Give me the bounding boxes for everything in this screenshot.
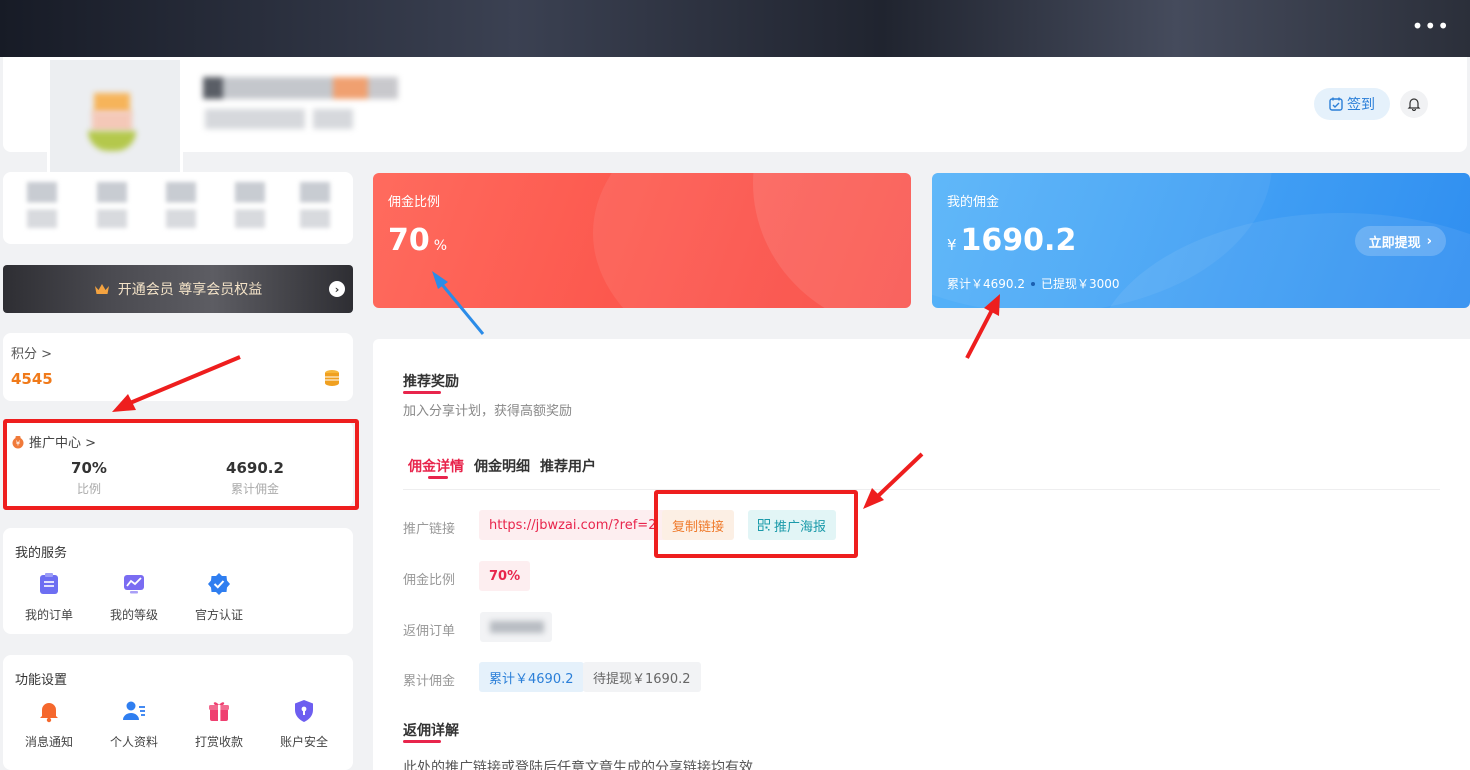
- user-meta-blurred: [205, 109, 353, 129]
- avatar[interactable]: [47, 57, 183, 187]
- commission-rate-label: 佣金比例: [388, 195, 441, 210]
- setting-item-security[interactable]: 账户安全: [264, 699, 344, 750]
- more-icon[interactable]: •••: [1412, 14, 1450, 38]
- setting-item-profile[interactable]: 个人资料: [94, 699, 174, 750]
- separator-dot: [1031, 281, 1035, 286]
- profile-icon: [123, 701, 145, 720]
- setting-item-reward[interactable]: 打赏收款: [179, 699, 259, 750]
- setting-item-notifications[interactable]: 消息通知: [9, 699, 89, 750]
- signin-button[interactable]: 签到: [1314, 88, 1390, 120]
- withdraw-label: 立即提现: [1368, 235, 1421, 251]
- my-commission-display: ¥1690.2: [947, 223, 1076, 258]
- orders-row-value-blurred: [480, 612, 552, 642]
- service-item-level[interactable]: 我的等级: [94, 572, 174, 623]
- service-item-verified[interactable]: 官方认证: [179, 572, 259, 623]
- notification-button[interactable]: [1400, 90, 1428, 118]
- orders-row-label: 返佣订单: [403, 624, 456, 639]
- section-title: 推荐奖励: [403, 374, 459, 390]
- gift-icon: [209, 702, 229, 721]
- quick-links-blurred: [3, 172, 353, 244]
- settings-card: 功能设置 消息通知 个人资料 打赏收款 账户安全: [3, 655, 353, 770]
- referral-link-label: 推广链接: [403, 522, 456, 537]
- service-label: 我的订单: [24, 608, 73, 622]
- withdraw-button[interactable]: 立即提现 ›: [1354, 226, 1446, 256]
- rate-row-label: 佣金比例: [403, 573, 456, 588]
- detail-title: 返佣详解: [403, 723, 459, 739]
- service-item-orders[interactable]: 我的订单: [9, 572, 89, 623]
- level-icon: [124, 575, 144, 594]
- commission-rate-card: 佣金比例 70%: [373, 173, 911, 308]
- title-underline: [403, 391, 441, 394]
- coins-icon: [325, 370, 339, 386]
- username-blurred: [203, 77, 398, 99]
- commission-summary: 累计￥4690.2 已提现￥3000: [947, 275, 1120, 292]
- pending-withdraw-tag: 待提现￥1690.2: [583, 662, 701, 692]
- signin-label: 签到: [1347, 97, 1375, 113]
- tab-commission-details[interactable]: 佣金详情: [408, 456, 464, 476]
- total-commission-tag: 累计￥4690.2: [479, 662, 584, 692]
- verified-icon: [208, 573, 230, 595]
- annotation-box-promotion: [3, 419, 359, 510]
- my-services-title: 我的服务: [15, 546, 68, 561]
- setting-label: 个人资料: [109, 735, 158, 749]
- profile-banner: •••: [0, 0, 1470, 57]
- annotation-box-actions: [654, 490, 858, 558]
- my-services-card: 我的服务 我的订单 我的等级 官方认证: [3, 528, 353, 634]
- settings-title: 功能设置: [15, 673, 68, 688]
- setting-label: 账户安全: [279, 735, 328, 749]
- service-label: 我的等级: [109, 608, 158, 622]
- vip-banner[interactable]: 开通会员 尊享会员权益 ›: [3, 265, 353, 313]
- my-commission-value: 1690.2: [960, 223, 1077, 258]
- bell-icon: [1407, 98, 1421, 111]
- avatar-image: [88, 93, 138, 155]
- order-icon: [40, 573, 58, 594]
- detail-underline: [403, 740, 441, 743]
- referral-link-value[interactable]: https://jbwzai.com/?ref=2: [479, 510, 667, 540]
- cumulative-commission: 累计￥4690.2: [947, 277, 1025, 291]
- tab-referred-users[interactable]: 推荐用户: [540, 456, 596, 476]
- vip-label: 开通会员 尊享会员权益: [117, 282, 263, 298]
- total-row-label: 累计佣金: [403, 674, 456, 689]
- commission-rate-value: 70: [388, 223, 430, 258]
- points-card[interactable]: 积分 > 4545: [3, 333, 353, 401]
- service-label: 官方认证: [194, 608, 243, 622]
- detail-text: 此处的推广链接或登陆后任意文章生成的分享链接均有效: [403, 760, 753, 770]
- my-commission-card: 我的佣金 ¥1690.2 累计￥4690.2 已提现￥3000 立即提现 ›: [932, 173, 1470, 308]
- bell-icon: [40, 703, 58, 723]
- shield-icon: [295, 700, 313, 722]
- tab-commission-records[interactable]: 佣金明细: [474, 456, 530, 476]
- section-description: 加入分享计划，获得高额奖励: [403, 404, 573, 419]
- profile-bar: 签到: [3, 57, 1467, 187]
- referral-panel: 推荐奖励 加入分享计划，获得高额奖励 佣金详情 佣金明细 推荐用户 推广链接 h…: [373, 339, 1470, 770]
- tab-divider: [403, 489, 1440, 490]
- points-label: 积分 >: [11, 347, 53, 362]
- withdrawn-amount: 已提现￥3000: [1041, 277, 1120, 291]
- setting-label: 消息通知: [24, 735, 73, 749]
- crown-icon: [94, 284, 109, 294]
- chevron-right-icon: ›: [1426, 233, 1432, 249]
- currency-symbol: ¥: [947, 236, 957, 254]
- rate-row-value: 70%: [479, 561, 531, 591]
- my-commission-label: 我的佣金: [947, 195, 1000, 210]
- points-value: 4545: [11, 370, 53, 388]
- commission-tabs: 佣金详情 佣金明细 推荐用户: [408, 456, 596, 476]
- commission-rate-unit: %: [433, 238, 448, 254]
- commission-rate-display: 70%: [388, 223, 447, 258]
- setting-label: 打赏收款: [194, 735, 243, 749]
- calendar-check-icon: [1329, 97, 1343, 111]
- active-tab-indicator: [428, 476, 448, 479]
- arrow-right-icon: ›: [329, 281, 345, 297]
